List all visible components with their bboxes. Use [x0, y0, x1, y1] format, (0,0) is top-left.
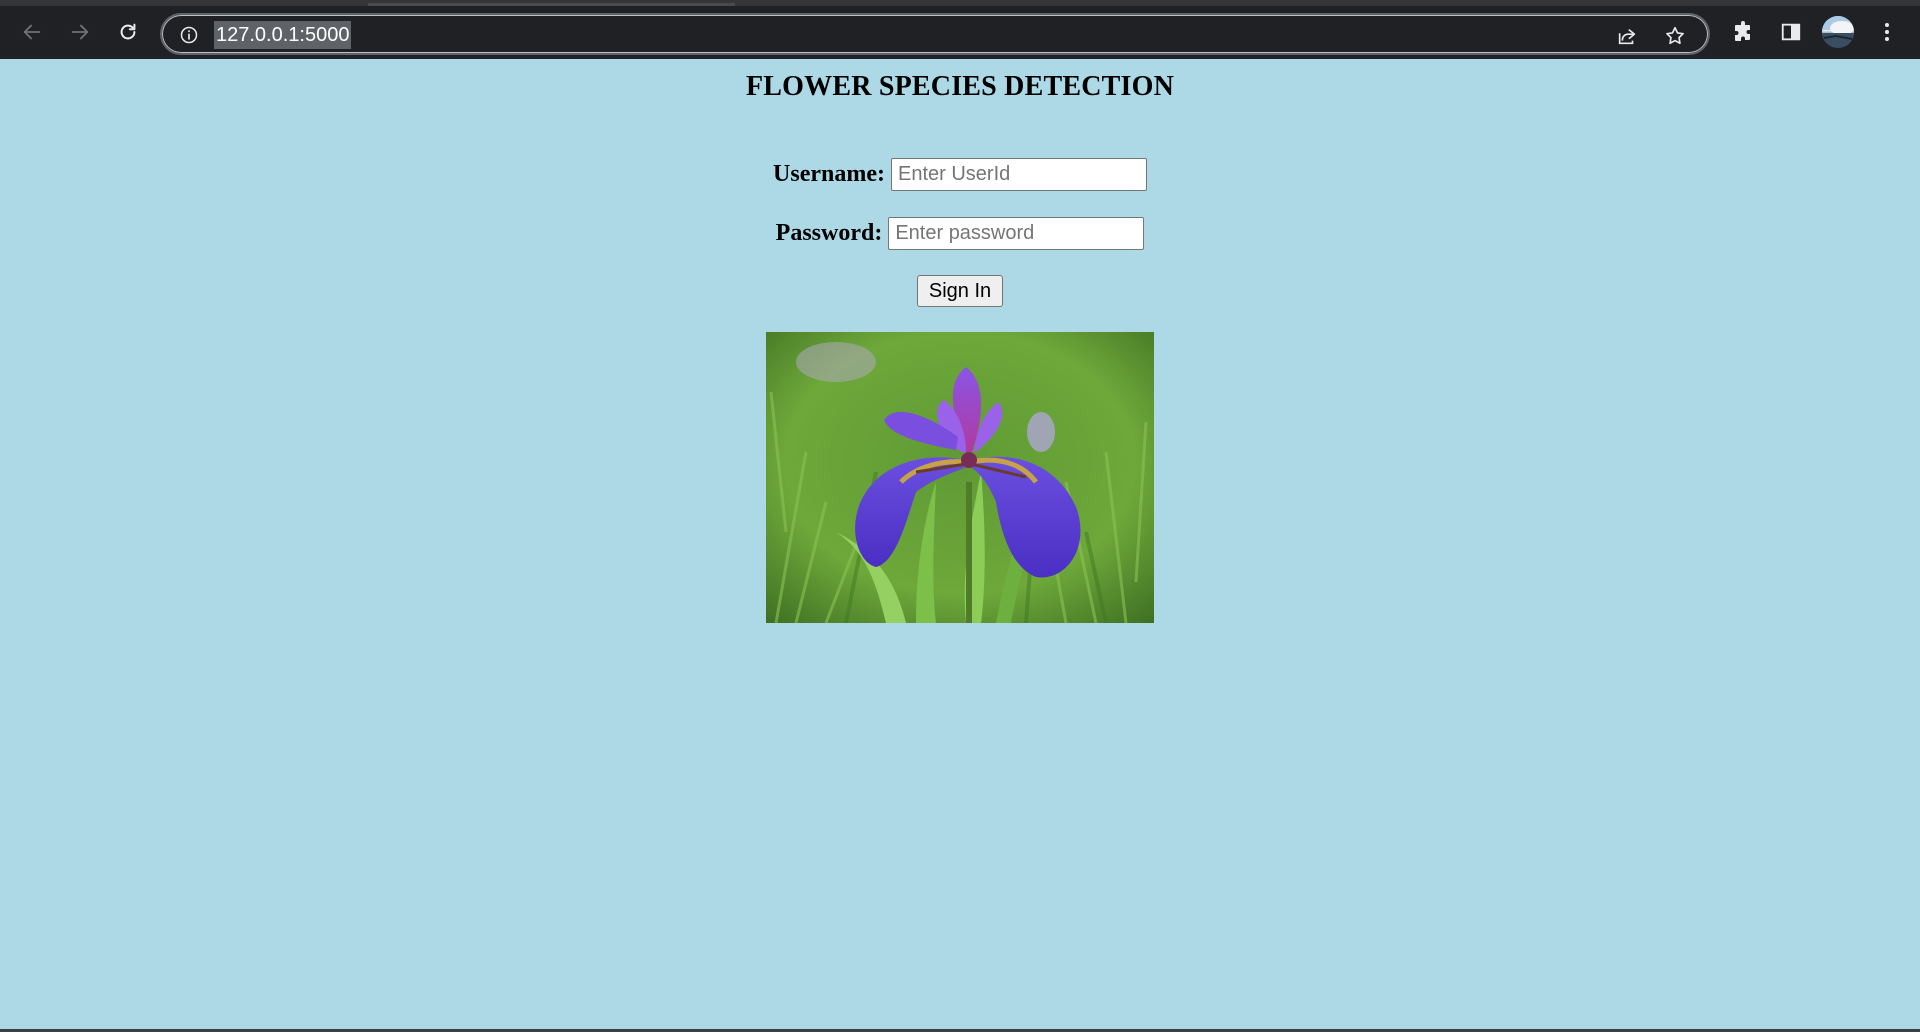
side-panel-icon[interactable] — [1776, 17, 1806, 47]
avatar[interactable] — [1822, 16, 1854, 48]
page-body: FLOWER SPECIES DETECTION Username: Passw… — [0, 59, 1920, 1032]
password-row: Password: — [0, 217, 1920, 250]
tab-strip — [0, 3, 1920, 6]
reload-button[interactable] — [110, 14, 146, 50]
reload-icon — [120, 23, 136, 40]
info-icon[interactable] — [178, 24, 200, 46]
page-title: FLOWER SPECIES DETECTION — [745, 71, 1174, 102]
password-input[interactable] — [888, 217, 1145, 250]
kebab-menu-icon[interactable] — [1872, 17, 1902, 47]
url-text[interactable]: 127.0.0.1:5000 — [214, 21, 352, 49]
star-icon[interactable] — [1662, 23, 1688, 49]
address-bar[interactable]: 127.0.0.1:5000 — [160, 13, 1710, 55]
arrow-right-icon — [71, 24, 89, 40]
active-tab-indicator — [368, 3, 735, 6]
signin-row: Sign In — [0, 275, 1920, 307]
sign-in-button[interactable]: Sign In — [916, 275, 1004, 307]
forward-button[interactable] — [62, 14, 98, 50]
username-input[interactable] — [890, 158, 1147, 191]
username-row: Username: — [0, 158, 1920, 191]
share-icon[interactable] — [1614, 23, 1640, 49]
puzzle-icon[interactable] — [1728, 17, 1758, 47]
back-button[interactable] — [14, 14, 50, 50]
password-label: Password: — [775, 220, 883, 246]
arrow-left-icon — [23, 24, 41, 40]
iris-flower-photo — [766, 332, 1154, 623]
browser-toolbar: 127.0.0.1:5000 — [0, 0, 1920, 59]
username-label: Username: — [773, 161, 885, 187]
